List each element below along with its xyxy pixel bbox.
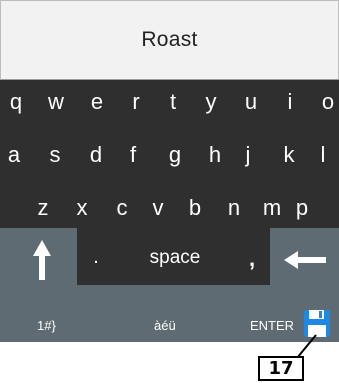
key-comma[interactable]: , [242,246,262,272]
key-v[interactable]: v [153,188,164,228]
keyboard-row-2: a s d f g h j k l [0,135,339,175]
input-value: Roast [141,28,198,51]
key-e[interactable]: e [91,82,103,122]
shift-arrow-up-icon[interactable] [22,238,62,282]
symbols-key[interactable]: 1#} [37,318,56,333]
key-x[interactable]: x [77,188,88,228]
key-t[interactable]: t [170,82,176,122]
key-period[interactable]: . [86,246,106,269]
key-u[interactable]: u [245,82,257,122]
key-g[interactable]: g [169,135,181,175]
key-c[interactable]: c [117,188,128,228]
key-h[interactable]: h [209,135,221,175]
key-b[interactable]: b [189,188,201,228]
key-k[interactable]: k [284,135,295,175]
key-f[interactable]: f [130,135,136,175]
key-j[interactable]: j [246,135,251,175]
key-i[interactable]: i [288,82,293,122]
key-p[interactable]: p [296,188,308,228]
enter-key[interactable]: ENTER [250,318,294,333]
backspace-arrow-left-icon[interactable] [282,248,328,272]
key-a[interactable]: a [8,135,20,175]
key-s[interactable]: s [50,135,61,175]
keyboard-row-1: q w e r t y u i o [0,82,339,122]
callout-number-label: 17 [258,356,304,381]
space-key[interactable]: space [140,247,210,269]
text-input-field[interactable]: Roast [0,0,339,80]
key-r[interactable]: r [132,82,139,122]
key-z[interactable]: z [38,188,49,228]
keyboard-row-3: z x c v b n m p [0,188,339,228]
key-n[interactable]: n [228,188,240,228]
key-d[interactable]: d [90,135,102,175]
key-w[interactable]: w [48,82,64,122]
key-l[interactable]: l [321,135,326,175]
key-q[interactable]: q [10,82,22,122]
accents-key[interactable]: àéü [154,318,176,333]
key-y[interactable]: y [206,82,217,122]
key-o[interactable]: o [322,82,334,122]
key-m[interactable]: m [263,188,281,228]
